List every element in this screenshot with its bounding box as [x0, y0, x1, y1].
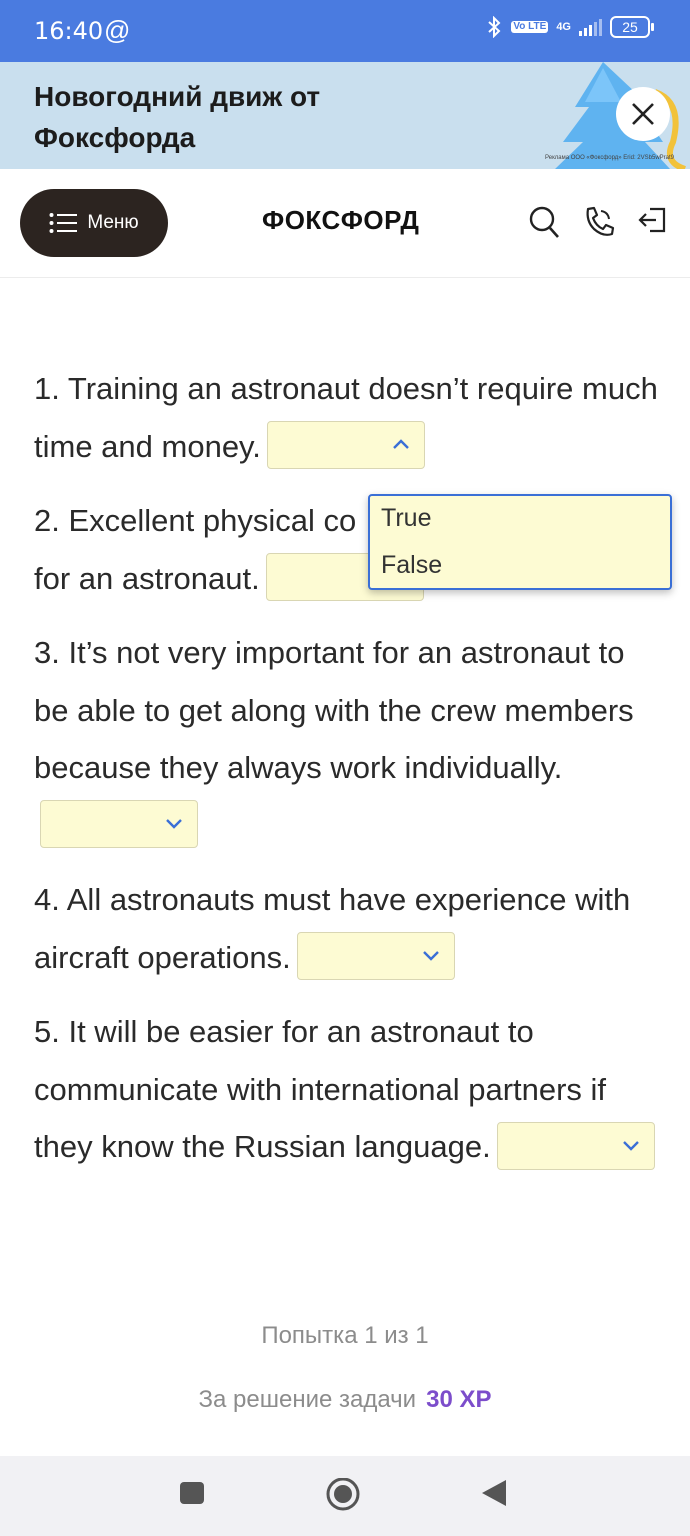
volte-icon: Vo LTE — [511, 21, 549, 33]
home-button[interactable] — [325, 1478, 361, 1514]
dropdown-option-false[interactable]: False — [381, 551, 442, 580]
answer-select-1[interactable] — [266, 421, 425, 470]
reward-info: За решение задачи 30 XP — [0, 1386, 690, 1414]
chevron-down-icon — [166, 819, 182, 830]
exercise-questions: 1. Training an astronaut doesn’t require… — [34, 360, 664, 1193]
status-time: 16:40 — [34, 17, 104, 45]
question-5: 5. It will be easier for an astronaut to… — [34, 1003, 664, 1176]
reward-label: За решение задачи — [198, 1386, 417, 1413]
question-text: 3. It’s not very important for an astron… — [34, 635, 634, 785]
question-4: 4. All astronauts must have experience w… — [34, 871, 664, 986]
banner-title: Новогодний движ от Фоксфорда — [34, 81, 321, 153]
close-banner-button[interactable] — [616, 87, 670, 141]
attempt-counter: Попытка 1 из 1 — [261, 1322, 429, 1349]
close-icon — [632, 103, 654, 125]
search-icon[interactable] — [528, 205, 560, 239]
chevron-down-icon — [422, 951, 439, 962]
question-3: 3. It’s not very important for an astron… — [34, 624, 664, 854]
answer-dropdown-menu: True False — [368, 494, 672, 590]
at-icon: @ — [104, 15, 131, 45]
chevron-down-icon — [622, 1140, 639, 1151]
reward-xp: 30 XP — [426, 1386, 492, 1413]
question-text: for an astronaut. — [34, 560, 260, 596]
phone-icon[interactable] — [583, 205, 615, 239]
status-bar: 16:40 @ Vo LTE 4G 25 — [0, 0, 690, 62]
question-1: 1. Training an astronaut doesn’t require… — [34, 360, 664, 475]
answer-select-4[interactable] — [296, 932, 455, 981]
list-icon — [49, 213, 78, 233]
promo-banner[interactable]: Новогодний движ от Фоксфорда Реклама ООО… — [0, 62, 690, 169]
network-type: 4G — [556, 21, 571, 33]
bluetooth-icon — [488, 16, 501, 38]
site-logo[interactable]: ФОКСФОРД — [262, 205, 419, 236]
signal-icon — [579, 18, 602, 36]
site-header: Меню ФОКСФОРД — [0, 169, 690, 278]
menu-label: Меню — [87, 212, 139, 233]
dropdown-option-true[interactable]: True — [381, 504, 431, 533]
answer-select-5[interactable] — [496, 1121, 655, 1170]
recents-button[interactable] — [178, 1478, 206, 1506]
login-icon[interactable] — [638, 205, 668, 235]
answer-select-3[interactable] — [40, 800, 198, 849]
back-button[interactable] — [480, 1478, 508, 1508]
status-icons: Vo LTE 4G 25 — [485, 16, 654, 38]
question-text: 2. Excellent physical co — [34, 503, 357, 538]
chevron-up-icon — [393, 439, 409, 450]
menu-button[interactable]: Меню — [20, 189, 168, 257]
system-nav-bar — [0, 1456, 690, 1536]
battery-icon: 25 — [610, 16, 654, 38]
banner-fine-print: Реклама ООО «Фоксфорд» Erid: 2VSb5wPrat9 — [545, 155, 674, 161]
